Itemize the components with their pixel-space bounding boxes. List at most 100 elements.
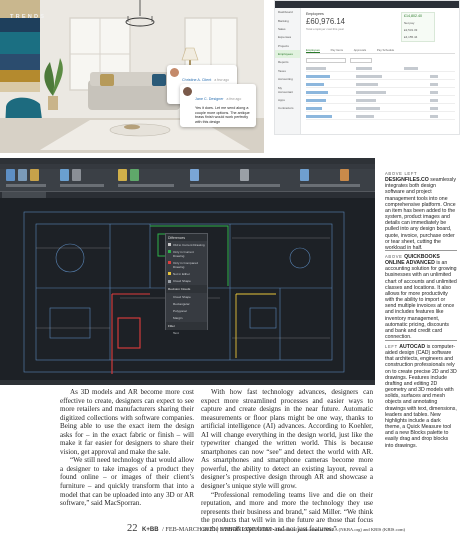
difference-option[interactable]: Only in Compared Drawing [166, 259, 207, 270]
summary-value: £14,802.40 [404, 14, 422, 19]
difference-option[interactable]: Old to Current Drawing [166, 241, 207, 248]
tab-approvals[interactable]: Approvals [354, 48, 366, 52]
chat-sender: Jane C. Designer [195, 97, 224, 101]
cloud-option[interactable]: Rectangular [166, 300, 207, 307]
sidebar-item[interactable]: Taxes [275, 67, 300, 75]
caption-brand: DESIGNFILES.CO [385, 177, 429, 184]
body-column-right: With how fast technology advances, desig… [201, 388, 373, 533]
sidebar-item[interactable]: Apps [275, 96, 300, 104]
page-number: 22 [127, 523, 138, 534]
swatch-icon [168, 242, 171, 246]
table-row[interactable] [306, 82, 455, 88]
cloud-option[interactable]: Cloud Shape [166, 293, 207, 300]
chat-time: a few ago [226, 97, 242, 101]
ribbon-group-label [118, 184, 174, 187]
search-input[interactable] [306, 58, 346, 63]
tab-employees[interactable]: Employees [306, 48, 320, 53]
filter-dropdown[interactable] [350, 58, 372, 63]
option-label: Only in Compared Drawing [173, 260, 198, 269]
footer-issue: / FEB-MARCH 2020 | KBBONLINE.COM [162, 526, 272, 533]
caption-quickbooks: ABOVE QUICKBOOKS ONLINE ADVANCED is an a… [385, 254, 457, 340]
sidebar-item[interactable]: My Accountant [275, 83, 300, 95]
chat-bubble-designer: Jane C. Designer a few ago Yes it does. L… [180, 84, 256, 128]
cad-status-bar [0, 380, 375, 385]
ribbon-group-label [6, 184, 46, 187]
difference-option[interactable]: Cloud Shape [166, 278, 207, 285]
body-paragraph: With how fast technology advances, desig… [201, 388, 373, 491]
caption-text: seamlessly integrates both design softwa… [385, 177, 456, 251]
difference-option[interactable]: Not in Either [166, 271, 207, 278]
cloud-option[interactable]: Margin [166, 315, 207, 322]
swatch-icon [168, 249, 171, 253]
table-row[interactable] [306, 74, 455, 80]
ribbon-tool-icon[interactable] [30, 169, 39, 181]
body-column-left: As 3D models and AR become more cost eff… [60, 388, 194, 508]
ribbon-tool-icon[interactable] [340, 169, 349, 181]
table-row[interactable] [306, 114, 455, 120]
ribbon-group-label [60, 184, 104, 187]
table-header [306, 66, 455, 72]
caption-kicker: ABOVE [385, 254, 403, 259]
dashboard-topbar [275, 1, 459, 8]
cad-software-screenshot: Differences Old to Current Drawing Only … [0, 158, 375, 385]
sidebar-item[interactable]: Contractors [275, 104, 300, 112]
sidebar-item[interactable]: Accounting [275, 75, 300, 83]
ribbon-tool-icon[interactable] [118, 169, 127, 181]
table-row[interactable] [306, 106, 455, 112]
footer-tagline: • The official publication of NKBA (NKBA… [272, 527, 406, 532]
sidebar-item[interactable]: Reports [275, 58, 300, 66]
ribbon-tool-icon[interactable] [6, 169, 15, 181]
cloud-option[interactable]: Polygonal [166, 307, 207, 314]
caption-text: is computer-aided design (CAD) software … [385, 344, 457, 449]
ribbon-tool-icon[interactable] [240, 169, 249, 181]
option-label: Not in Either [173, 272, 191, 277]
ribbon-tool-icon[interactable] [130, 169, 139, 181]
ribbon-tool-icon[interactable] [72, 169, 81, 181]
caption-brand: AUTOCAD [399, 344, 426, 350]
swatch-icon [168, 279, 171, 283]
ribbon-tool-icon[interactable] [300, 169, 309, 181]
caption-designfiles: ABOVE LEFT DESIGNFILES.CO seamlessly int… [385, 171, 457, 251]
summary-value: £2,531.33 [404, 27, 418, 32]
caption-kicker: ABOVE LEFT [385, 171, 418, 176]
dashboard-amount: £60,976.14 [306, 17, 346, 26]
caption-divider [385, 340, 457, 341]
summary-label: Net pay [404, 21, 415, 26]
filter-option[interactable]: Text [166, 330, 207, 337]
sidebar-item[interactable]: Sales [275, 25, 300, 33]
sidebar-item[interactable]: Projects [275, 42, 300, 50]
panel-section-header: Filter [166, 321, 207, 330]
dashboard-tabs: Employees Pay Items Approvals Pay Schedu… [306, 48, 455, 54]
section-tag: TRENDS [10, 14, 47, 20]
swatch-icon [168, 261, 171, 265]
interior-render-image: TRENDS Christine A. Clienta few ago I lo… [0, 0, 264, 153]
difference-option[interactable]: Only in Current Drawing [166, 248, 207, 259]
dashboard-sidebar: Dashboard Banking Sales Expenses Project… [275, 8, 301, 134]
compare-differences-panel: Differences Old to Current Drawing Only … [165, 233, 208, 335]
caption-kicker: LEFT [385, 344, 398, 349]
caption-divider [385, 250, 457, 251]
ribbon-tool-icon[interactable] [60, 169, 69, 181]
tab-pay-schedule[interactable]: Pay Schedule [377, 48, 394, 52]
caption-text: is an accounting solution for growing bu… [385, 260, 457, 341]
summary-card: £14,802.40 Net pay £2,531.33 £4,155.44 [401, 12, 435, 42]
page-footer: 22 K+BB / FEB-MARCH 2020 | KBBONLINE.COM… [127, 523, 405, 534]
dashboard-title: Employees [306, 12, 324, 16]
ribbon-group-label [300, 184, 360, 187]
option-label: Only in Current Drawing [173, 249, 194, 258]
option-label: Cloud Shape [173, 279, 191, 284]
sidebar-item[interactable]: Dashboard [275, 8, 300, 16]
tab-pay-items[interactable]: Pay Items [331, 48, 343, 52]
sidebar-item[interactable]: Expenses [275, 33, 300, 41]
sidebar-item[interactable]: Banking [275, 16, 300, 24]
panel-title: Differences [166, 234, 207, 241]
sidebar-item-employees[interactable]: Employees [275, 49, 300, 59]
ribbon-tool-icon[interactable] [18, 169, 27, 181]
table-row[interactable] [306, 90, 455, 96]
table-row[interactable] [306, 98, 455, 104]
caption-autocad: LEFT AUTOCAD is computer-aided design (C… [385, 344, 457, 449]
swatch-icon [168, 272, 171, 276]
avatar [170, 68, 179, 77]
ribbon-tool-icon[interactable] [190, 169, 199, 181]
body-paragraph: As 3D models and AR become more cost eff… [60, 388, 194, 456]
